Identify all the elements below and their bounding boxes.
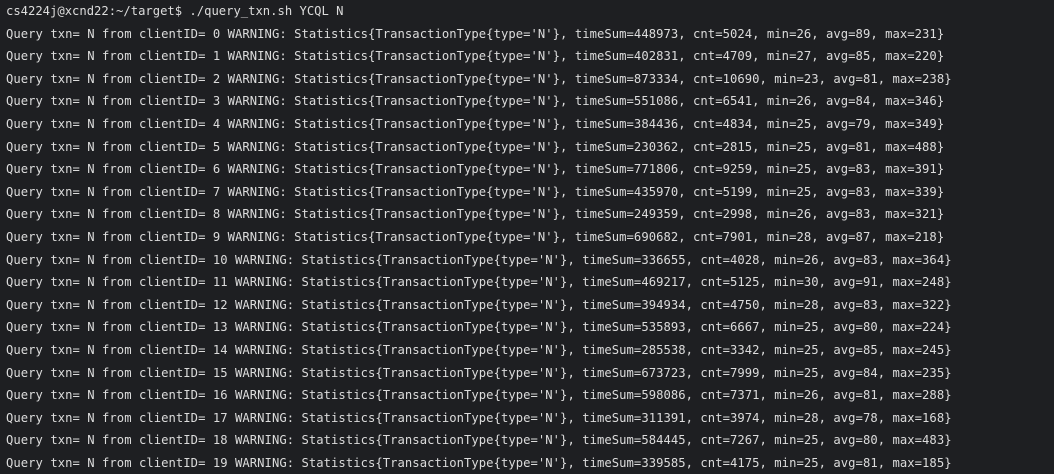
- output-line: Query txn= N from clientID= 7 WARNING: S…: [6, 184, 945, 199]
- output-line: Query txn= N from clientID= 2 WARNING: S…: [6, 71, 952, 86]
- output-line: Query txn= N from clientID= 5 WARNING: S…: [6, 139, 945, 154]
- output-line: Query txn= N from clientID= 14 WARNING: …: [6, 342, 952, 357]
- output-line: Query txn= N from clientID= 3 WARNING: S…: [6, 94, 945, 109]
- output-line: Query txn= N from clientID= 19 WARNING: …: [6, 455, 952, 470]
- output-line: Query txn= N from clientID= 1 WARNING: S…: [6, 49, 945, 64]
- terminal-window[interactable]: cs4224j@xcnd22:~/target$ ./query_txn.sh …: [0, 0, 1054, 470]
- output-line: Query txn= N from clientID= 12 WARNING: …: [6, 297, 952, 312]
- output-line: Query txn= N from clientID= 9 WARNING: S…: [6, 229, 945, 244]
- output-line: Query txn= N from clientID= 11 WARNING: …: [6, 275, 952, 290]
- output-line: Query txn= N from clientID= 15 WARNING: …: [6, 365, 952, 380]
- command-prompt-line: cs4224j@xcnd22:~/target$ ./query_txn.sh …: [6, 4, 344, 18]
- output-line: Query txn= N from clientID= 10 WARNING: …: [6, 252, 952, 267]
- output-line: Query txn= N from clientID= 0 WARNING: S…: [6, 26, 945, 41]
- output-line: Query txn= N from clientID= 13 WARNING: …: [6, 320, 952, 335]
- output-line: Query txn= N from clientID= 4 WARNING: S…: [6, 116, 945, 131]
- output-line: Query txn= N from clientID= 8 WARNING: S…: [6, 207, 945, 222]
- output-line: Query txn= N from clientID= 18 WARNING: …: [6, 433, 952, 448]
- output-line: Query txn= N from clientID= 16 WARNING: …: [6, 388, 952, 403]
- output-line: Query txn= N from clientID= 17 WARNING: …: [6, 410, 952, 425]
- output-line: Query txn= N from clientID= 6 WARNING: S…: [6, 162, 945, 177]
